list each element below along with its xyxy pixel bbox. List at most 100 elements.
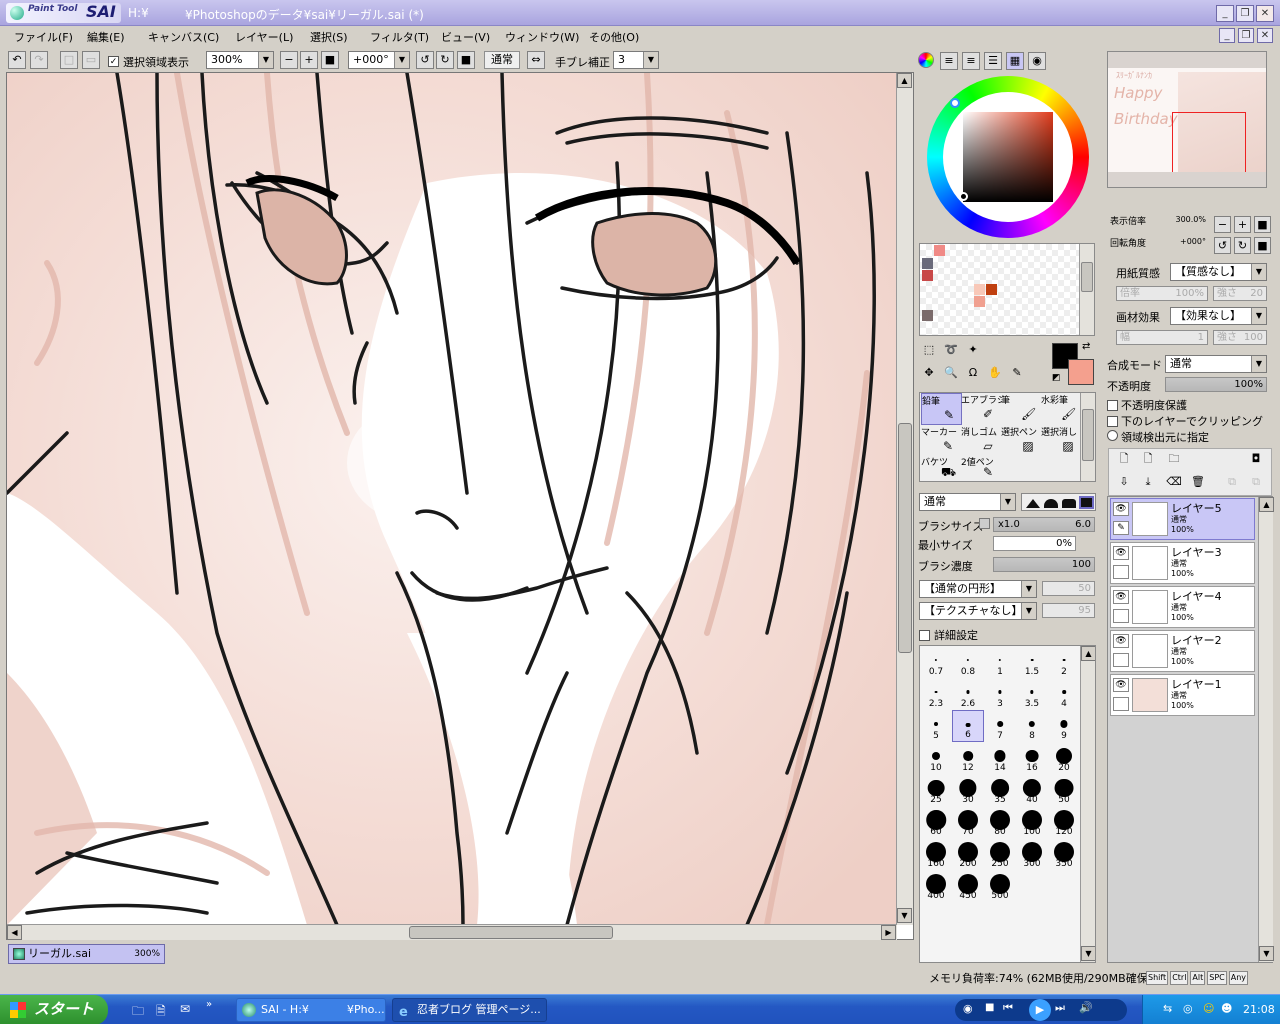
hsv-slider-tab-icon[interactable]: ≡: [962, 52, 980, 70]
quicklaunch-app-icon[interactable]: 🗎: [156, 1002, 166, 1023]
horizontal-scroll-thumb[interactable]: [409, 926, 613, 939]
tray-volume-icon[interactable]: ◎: [1183, 1002, 1193, 1015]
menu-canvas[interactable]: キャンバス(C): [148, 29, 219, 45]
move-icon[interactable]: ✥: [920, 365, 938, 383]
brush-size-cell[interactable]: 450: [952, 870, 984, 902]
opacity-slider[interactable]: 100%: [1165, 377, 1267, 392]
brush-size-cell[interactable]: 250: [984, 838, 1016, 870]
brush-size-cell[interactable]: 1.5: [1016, 646, 1048, 678]
tool-bucket[interactable]: バケツ ⛟: [921, 455, 962, 481]
brush-size-cell[interactable]: 30: [952, 774, 984, 806]
preserve-opacity-checkbox[interactable]: [1107, 398, 1118, 411]
transfer-down-icon[interactable]: ⇩: [1115, 474, 1133, 492]
brush-size-cell[interactable]: 80: [984, 806, 1016, 838]
new-folder-icon[interactable]: 🗀: [1165, 451, 1183, 469]
scratchpad-tab-icon[interactable]: ◉: [1028, 52, 1046, 70]
edit-pen-icon[interactable]: [1113, 565, 1129, 579]
blend-mode-button[interactable]: 通常: [484, 51, 520, 69]
quicklaunch-mail-icon[interactable]: ✉: [180, 1002, 190, 1016]
rotate-reset-icon[interactable]: ■: [457, 51, 475, 69]
doc-restore-icon[interactable]: ❐: [1238, 28, 1254, 43]
nav-rotate-reset-icon[interactable]: ■: [1254, 237, 1271, 254]
brush-size-cell[interactable]: 6: [952, 710, 984, 742]
rect-select-icon[interactable]: ⬚: [920, 342, 938, 360]
new-layer-icon[interactable]: 🗋: [1115, 451, 1133, 469]
brush-size-cell[interactable]: 3.5: [1016, 678, 1048, 710]
brush-size-cell[interactable]: 10: [920, 742, 952, 774]
brush-size-cell[interactable]: 25: [920, 774, 952, 806]
brush-size-cell[interactable]: 2.6: [952, 678, 984, 710]
scroll-left-icon[interactable]: ◀: [7, 925, 22, 940]
swatch[interactable]: [934, 245, 945, 256]
layer-list-scrollbar[interactable]: ▲ ▼: [1258, 497, 1274, 962]
vertical-scroll-thumb[interactable]: [898, 423, 912, 653]
paper-scale-slider[interactable]: 倍率 100%: [1116, 286, 1208, 301]
document-tab[interactable]: リーガル.sai 300%: [8, 944, 165, 964]
brush-size-cell[interactable]: 0.8: [952, 646, 984, 678]
brush-texture-combo[interactable]: 【テクスチャなし】 ▼: [919, 602, 1037, 620]
brush-size-cell[interactable]: 20: [1048, 742, 1080, 774]
brush-size-cell[interactable]: 400: [920, 870, 952, 902]
brush-size-cell[interactable]: 40: [1016, 774, 1048, 806]
min-size-slider[interactable]: 0%: [993, 536, 1076, 551]
layer-row-1[interactable]: 👁 レイヤー1 通常 100%: [1110, 674, 1255, 716]
invert-selection-icon[interactable]: ▭: [82, 51, 100, 69]
start-button[interactable]: スタート: [0, 995, 108, 1024]
lasso-icon[interactable]: ➰: [942, 342, 960, 360]
brush-shape-combo[interactable]: 【通常の円形】 ▼: [919, 580, 1037, 598]
rotation-combo[interactable]: +000° ▼: [348, 51, 410, 69]
task-sai[interactable]: SAI - H:¥ ¥Pho...: [236, 998, 386, 1022]
menu-view[interactable]: ビュー(V): [441, 29, 490, 45]
transparent-color-icon[interactable]: ◩: [1052, 373, 1061, 383]
tool-brush[interactable]: 筆 🖌: [1001, 393, 1042, 425]
layer-row-5[interactable]: 👁 ✎ レイヤー5 通常 100%: [1110, 498, 1255, 540]
layer-option-icon[interactable]: ⧉: [1223, 474, 1241, 492]
rotate-right-icon[interactable]: ↻: [436, 51, 454, 69]
edit-pen-icon[interactable]: [1113, 697, 1129, 711]
merge-down-icon[interactable]: ⤓: [1139, 474, 1157, 492]
visibility-eye-icon[interactable]: 👁: [1113, 546, 1129, 560]
zoom-in-icon[interactable]: +: [300, 51, 318, 69]
menu-select[interactable]: 選択(S): [310, 29, 348, 45]
color-wheel[interactable]: [927, 76, 1089, 238]
doc-close-icon[interactable]: ✕: [1257, 28, 1273, 43]
brush-size-cell[interactable]: 12: [952, 742, 984, 774]
play-icon[interactable]: ▶: [1029, 999, 1051, 1021]
clipping-checkbox[interactable]: [1107, 414, 1118, 427]
visibility-eye-icon[interactable]: 👁: [1113, 502, 1129, 516]
brush-size-lock-icon[interactable]: [979, 518, 990, 529]
tool-airbrush[interactable]: エアブラシ ✐: [961, 393, 1002, 425]
scroll-up-icon[interactable]: ▲: [897, 73, 912, 88]
menu-layer[interactable]: レイヤー(L): [235, 29, 293, 45]
swatch[interactable]: [974, 296, 985, 307]
layer-option2-icon[interactable]: ⧉: [1247, 474, 1265, 492]
deselect-icon[interactable]: □: [60, 51, 78, 69]
stabilizer-combo[interactable]: 3 ▼: [613, 51, 659, 69]
brush-size-cell[interactable]: 120: [1048, 806, 1080, 838]
size-grid-scrollbar[interactable]: ▲ ▼: [1080, 646, 1095, 962]
tool-grid-scrollbar[interactable]: [1080, 393, 1095, 481]
brush-size-cell[interactable]: 4: [1048, 678, 1080, 710]
brush-size-cell[interactable]: 2: [1048, 646, 1080, 678]
visibility-eye-icon[interactable]: 👁: [1113, 590, 1129, 604]
rgb-slider-tab-icon[interactable]: ≡: [940, 52, 958, 70]
stop-icon[interactable]: ■: [985, 1002, 994, 1013]
swatch[interactable]: [922, 310, 933, 321]
show-selection-checkbox[interactable]: ✓: [108, 54, 119, 67]
brush-size-cell[interactable]: 50: [1048, 774, 1080, 806]
brush-size-cell[interactable]: 7: [984, 710, 1016, 742]
edit-pen-icon[interactable]: [1113, 653, 1129, 667]
minimize-icon[interactable]: _: [1216, 5, 1234, 22]
task-browser[interactable]: e 忍者ブログ 管理ページ...: [392, 998, 547, 1022]
rotate-tool-icon[interactable]: Ω: [964, 365, 982, 383]
previous-icon[interactable]: ⏮: [1003, 1001, 1013, 1015]
scroll-down-icon[interactable]: ▼: [897, 908, 912, 923]
swatch-scrollbar[interactable]: [1079, 244, 1094, 335]
tool-eraser[interactable]: 消しゴム ▱: [961, 425, 1002, 457]
tray-misc-icon[interactable]: ☻: [1221, 1002, 1232, 1015]
layer-row-4[interactable]: 👁 レイヤー4 通常 100%: [1110, 586, 1255, 628]
nav-zoom-slider[interactable]: 300.0%: [1153, 213, 1209, 228]
layer-blend-combo[interactable]: 通常 ▼: [1165, 355, 1267, 373]
tool-marker[interactable]: マーカー ✎: [921, 425, 962, 457]
doc-minimize-icon[interactable]: _: [1219, 28, 1235, 43]
